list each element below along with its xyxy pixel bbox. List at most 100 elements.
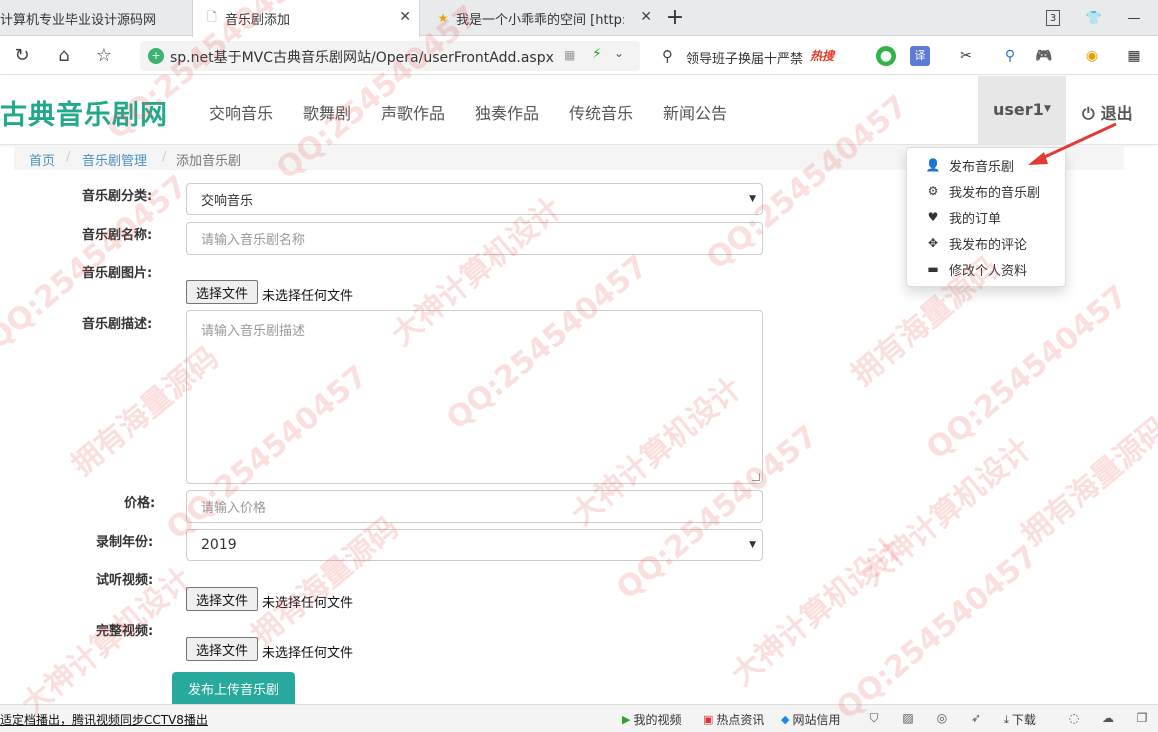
shield-icon[interactable]: ⛉ xyxy=(866,710,882,726)
close-tab-icon[interactable]: ✕ xyxy=(399,9,411,25)
trial-video-file-button[interactable]: 选择文件 xyxy=(186,587,258,611)
power-icon: ⏻ xyxy=(1082,104,1095,123)
nav-item-symphony[interactable]: 交响音乐 xyxy=(209,100,273,124)
menu-item-my-musicals[interactable]: ⚙ 我发布的音乐剧 xyxy=(925,180,1040,202)
browser-search-box[interactable]: ⚲ 领导班子换届十严禁 热搜 xyxy=(658,41,864,71)
category-select[interactable]: 交响音乐 ▼ xyxy=(186,183,763,215)
image-icon[interactable]: ▨ xyxy=(900,710,916,726)
site-navbar: 古典音乐剧网 交响音乐 歌舞剧 声歌作品 独奏作品 传统音乐 新闻公告 user… xyxy=(0,76,1158,145)
nav-item-traditional[interactable]: 传统音乐 xyxy=(569,100,633,124)
price-input[interactable]: 请输入价格 xyxy=(186,490,763,523)
menu-item-label: 我的订单 xyxy=(949,211,1002,227)
full-video-file-button[interactable]: 选择文件 xyxy=(186,637,258,661)
menu-item-comments[interactable]: ✥ 我发布的评论 xyxy=(925,232,1027,254)
full-video-label: 完整视频: xyxy=(96,624,154,639)
description-textarea[interactable]: 请输入音乐剧描述 xyxy=(186,310,763,484)
submit-button[interactable]: 发布上传音乐剧 xyxy=(172,672,295,704)
breadcrumb-separator: / xyxy=(162,150,167,165)
url-field[interactable]: + sp.net基于MVC古典音乐剧网站/Opera/userFrontAdd.… xyxy=(140,41,640,71)
watermark: 拥有海量源码 xyxy=(1015,410,1158,553)
user-menu-toggle[interactable]: user1 ▼ xyxy=(978,76,1066,145)
category-label: 音乐剧分类: xyxy=(82,189,153,204)
url-text: sp.net基于MVC古典音乐剧网站/Opera/userFrontAdd.as… xyxy=(170,50,554,66)
game-ext-icon[interactable]: 🎮 xyxy=(1034,46,1054,66)
move-icon: ✥ xyxy=(927,236,939,250)
trial-video-file-status: 未选择任何文件 xyxy=(262,596,354,611)
search-icon: ⚲ xyxy=(662,47,673,65)
menu-item-label: 我发布的评论 xyxy=(949,237,1028,253)
tab-label: 计算机专业毕业设计源码网 xyxy=(0,12,157,28)
logout-label: 退出 xyxy=(1100,104,1133,123)
status-label: 热点资讯 xyxy=(716,713,765,727)
new-tab-plus-icon[interactable]: + xyxy=(664,5,686,31)
site-credit-link[interactable]: ◆ 网站信用 xyxy=(781,711,840,728)
bookmark-star-icon[interactable]: ☆ xyxy=(92,45,116,67)
name-input[interactable]: 请输入音乐剧名称 xyxy=(186,222,763,255)
coin-ext-icon[interactable]: ◉ xyxy=(1082,46,1102,66)
menu-item-orders[interactable]: ♥ 我的订单 xyxy=(925,206,1001,228)
menu-item-publish[interactable]: 👤 发布音乐剧 xyxy=(925,154,1015,176)
download-link[interactable]: ⤓ 下载 xyxy=(1004,711,1036,728)
status-label: 我的视频 xyxy=(633,713,682,727)
window-icon[interactable]: ❐ xyxy=(1134,710,1150,726)
rocket-icon[interactable]: ➶ xyxy=(968,710,984,726)
select-arrow-icon: ▼ xyxy=(749,540,756,550)
name-label: 音乐剧名称: xyxy=(82,228,153,243)
news-ticker[interactable]: 适定档播出，腾讯视频同步CCTV8播出 xyxy=(0,711,208,728)
star-icon: ★ xyxy=(437,11,449,25)
breadcrumb-manage[interactable]: 音乐剧管理 xyxy=(82,150,147,169)
my-video-link[interactable]: ▶ 我的视频 xyxy=(622,711,681,728)
nav-item-solo[interactable]: 独奏作品 xyxy=(475,100,539,124)
card-icon: ▬ xyxy=(927,262,939,276)
browser-tab[interactable]: ★ 我是一个小乖乖的空间 [http://2 ✕ xyxy=(430,0,656,36)
wechat-ext-icon[interactable]: ● xyxy=(876,46,896,66)
watermark: 拥有海量源码 xyxy=(245,510,406,653)
home-icon[interactable]: ⌂ xyxy=(52,45,76,67)
user-icon: 👤 xyxy=(925,158,941,172)
browser-status-bar: 适定档播出，腾讯视频同步CCTV8播出 ▶ 我的视频 ▣ 热点资讯 ◆ 网站信用 ⛉ … xyxy=(0,704,1158,732)
close-tab-icon[interactable]: ✕ xyxy=(640,9,652,25)
minimize-icon[interactable]: — xyxy=(1124,8,1144,28)
description-placeholder: 请输入音乐剧描述 xyxy=(201,324,306,339)
reload-icon[interactable]: ↻ xyxy=(10,45,34,67)
grid-apps-icon[interactable]: ▦ xyxy=(1124,46,1144,66)
tab-label: 音乐剧添加 xyxy=(225,13,291,28)
menu-item-profile[interactable]: ▬ 修改个人资料 xyxy=(925,258,1027,280)
nav-item-news[interactable]: 新闻公告 xyxy=(663,100,727,124)
nav-item-musical-dance[interactable]: 歌舞剧 xyxy=(303,100,351,124)
hot-news-link[interactable]: ▣ 热点资讯 xyxy=(703,711,764,728)
lightning-icon[interactable]: ⚡ xyxy=(592,46,602,62)
resize-handle-icon[interactable] xyxy=(752,473,760,481)
search-suggestion: 领导班子换届十严禁 xyxy=(686,52,804,67)
nav-item-vocal[interactable]: 声歌作品 xyxy=(381,100,445,124)
speed-icon[interactable]: ◎ xyxy=(934,710,950,726)
price-placeholder: 请输入价格 xyxy=(201,501,267,516)
scissors-icon[interactable]: ✂ xyxy=(956,46,976,66)
chevron-down-icon[interactable]: ⌄ xyxy=(614,46,624,60)
username: user1 xyxy=(993,100,1044,119)
breadcrumb-separator: / xyxy=(66,150,71,165)
logout-link[interactable]: ⏻ 退出 xyxy=(1082,100,1133,124)
browser-tab[interactable]: 计算机专业毕业设计源码网 xyxy=(0,0,190,36)
year-select[interactable]: 2019 ▼ xyxy=(186,529,763,561)
gear-icon: ⚙ xyxy=(927,184,939,198)
play-icon: ▶ xyxy=(622,713,631,726)
qr-code-icon[interactable]: ▦ xyxy=(564,48,575,62)
cloud-icon[interactable]: ☁ xyxy=(1100,710,1116,726)
browser-address-bar: ↻ ⌂ ☆ + sp.net基于MVC古典音乐剧网站/Opera/userFro… xyxy=(0,37,1158,75)
shirt-icon[interactable]: 👕 xyxy=(1084,8,1104,28)
glasses-icon[interactable]: ◌ xyxy=(1066,710,1082,726)
magnifier-ext-icon[interactable]: ⚲ xyxy=(1000,46,1020,66)
watermark: QQ:254540457 xyxy=(830,538,1045,727)
full-video-file-status: 未选择任何文件 xyxy=(262,646,354,661)
breadcrumb-home[interactable]: 首页 xyxy=(29,150,55,169)
translate-ext-icon[interactable]: 译 xyxy=(910,46,930,66)
tab-counter-badge[interactable]: 3 xyxy=(1046,10,1060,26)
watermark: 大神计算机设计 xyxy=(855,431,1039,593)
year-value: 2019 xyxy=(201,537,237,553)
image-file-button[interactable]: 选择文件 xyxy=(186,280,258,304)
drop-icon: ◆ xyxy=(781,713,790,726)
download-icon: ⤓ xyxy=(1004,712,1009,726)
site-logo[interactable]: 古典音乐剧网 xyxy=(0,93,168,132)
browser-tab-active[interactable]: 🗋 音乐剧添加 ✕ xyxy=(192,0,420,37)
